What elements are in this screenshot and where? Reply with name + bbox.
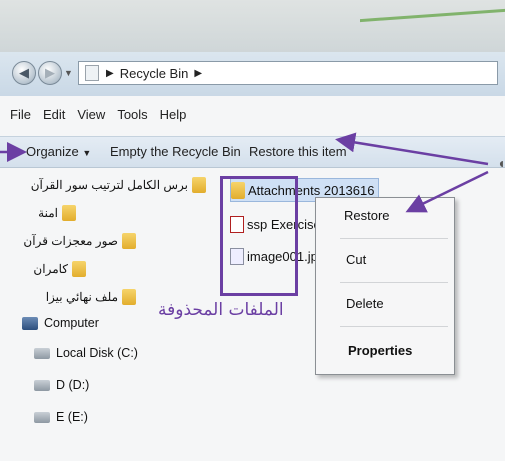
arrow-to-context-restore (405, 170, 489, 213)
arrow-to-restore-this-item (335, 132, 489, 166)
cursor-mark-icon: ◖ (497, 155, 505, 171)
annotation-arrows (0, 132, 489, 213)
